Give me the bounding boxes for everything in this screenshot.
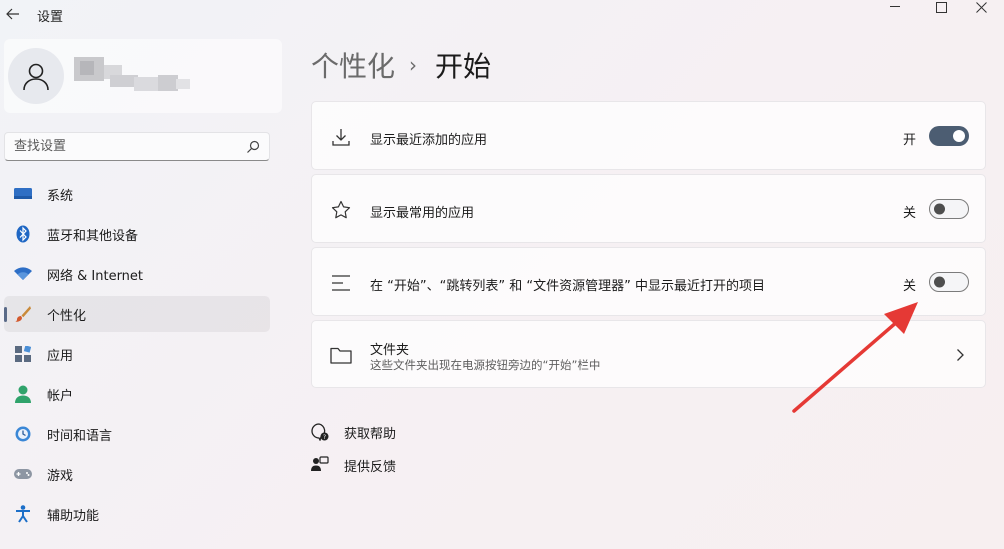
setting-label: 显示最常用的应用 [370,206,475,221]
feedback-link[interactable]: 提供反馈 [311,454,396,476]
search-input[interactable] [14,137,234,156]
accessibility-icon [14,505,32,523]
toggle-show-recently-added[interactable] [929,126,969,146]
setting-show-most-used: 显示最常用的应用 关 [311,174,986,243]
setting-label: 显示最近添加的应用 [370,133,488,148]
breadcrumb-parent[interactable]: 个性化 [311,45,395,85]
back-arrow-icon [6,8,19,20]
user-avatar-icon [23,63,49,91]
avatar [8,48,64,104]
time-language-icon [14,425,32,443]
apps-icon [14,345,32,363]
sidebar-item-personalization[interactable]: 个性化 [4,296,270,332]
search-box [4,132,270,161]
wifi-icon [14,265,32,283]
back-button[interactable] [2,3,24,25]
gamepad-icon [14,465,32,483]
sidebar-item-accessibility[interactable]: 辅助功能 [4,496,270,532]
help-icon: ? [311,423,329,441]
maximize-icon [935,1,947,13]
sidebar-item-network[interactable]: 网络 & Internet [4,256,270,292]
svg-text:?: ? [323,434,326,441]
profile-name-redacted [74,57,190,91]
sidebar-item-apps[interactable]: 应用 [4,336,270,372]
get-help-label: 获取帮助 [344,426,397,442]
search-icon[interactable] [246,140,260,154]
setting-show-recent-items: 在 “开始”、“跳转列表” 和 “文件资源管理器” 中显示最近打开的项目 关 [311,247,986,316]
user-profile-card[interactable] [4,39,282,113]
sidebar-item-system[interactable]: 系统 [4,176,270,212]
breadcrumb-separator: › [409,53,418,77]
folders-title: 文件夹 [370,343,410,358]
folders-row[interactable]: 文件夹 这些文件夹出现在电源按钮旁边的“开始”栏中 [311,320,986,388]
sidebar-item-label: 游戏 [47,468,74,484]
download-icon [330,126,352,148]
toggle-state-text: 关 [902,206,916,221]
get-help-link[interactable]: ? 获取帮助 [311,421,396,443]
breadcrumb: 个性化 › 开始 [311,45,491,85]
sidebar-item-bluetooth[interactable]: 蓝牙和其他设备 [4,216,270,252]
app-title: 设置 [37,10,64,25]
toggle-show-most-used[interactable] [929,199,969,219]
chevron-right-icon[interactable] [953,348,967,362]
setting-label: 在 “开始”、“跳转列表” 和 “文件资源管理器” 中显示最近打开的项目 [370,279,765,294]
folders-subtitle: 这些文件夹出现在电源按钮旁边的“开始”栏中 [370,358,601,372]
sidebar-item-accounts[interactable]: 帐户 [4,376,270,412]
close-button[interactable] [958,0,1004,14]
sidebar-item-label: 系统 [47,188,74,204]
title-bar: 设置 [0,0,1004,32]
close-icon [975,1,987,13]
sidebar-item-label: 应用 [47,348,74,364]
toggle-knob [953,130,965,142]
account-icon [14,385,32,403]
sidebar-item-gaming[interactable]: 游戏 [4,456,270,492]
minimize-icon [890,6,900,7]
sidebar-item-label: 蓝牙和其他设备 [47,228,139,244]
star-icon [330,199,352,221]
folder-icon [330,344,352,366]
feedback-icon [311,456,329,474]
brush-icon [14,305,32,323]
setting-show-recently-added: 显示最近添加的应用 开 [311,101,986,170]
bluetooth-icon [14,225,32,243]
toggle-knob [934,203,945,215]
sidebar-item-label: 时间和语言 [47,428,113,444]
feedback-label: 提供反馈 [344,459,397,475]
minimize-button[interactable] [872,0,918,14]
sidebar-item-label: 帐户 [47,388,74,404]
sidebar-item-time-language[interactable]: 时间和语言 [4,416,270,452]
sidebar-item-label: 网络 & Internet [47,268,144,284]
toggle-show-recent-items[interactable] [929,272,969,292]
sidebar-item-label: 辅助功能 [47,508,100,524]
sidebar-item-label: 个性化 [47,308,87,324]
page-title: 开始 [435,50,492,83]
system-display-icon [14,185,32,203]
toggle-state-text: 开 [902,133,916,148]
sidebar-nav: 系统 蓝牙和其他设备 网络 & Internet 个性化 应用 帐户 时间和语言… [4,176,270,536]
toggle-knob [934,276,945,288]
list-icon [330,272,352,294]
toggle-state-text: 关 [902,279,916,294]
